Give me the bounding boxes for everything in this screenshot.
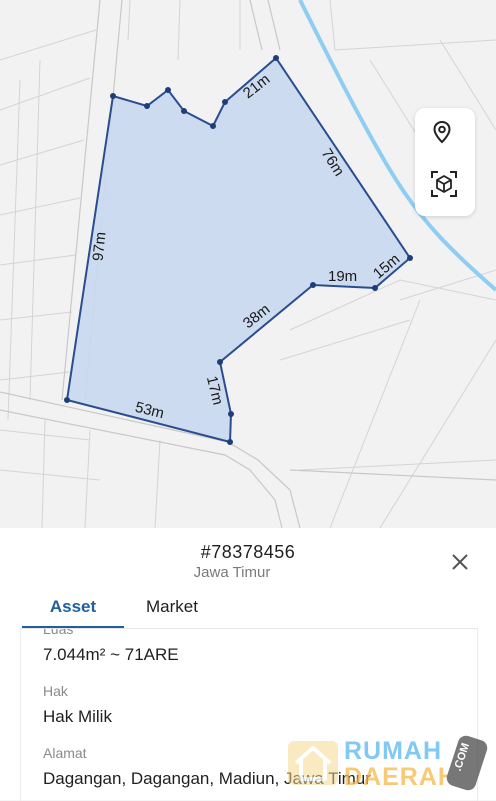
map-controls	[415, 108, 475, 216]
parcel-region: Jawa Timur	[193, 564, 271, 581]
tab-market[interactable]: Market	[146, 596, 198, 626]
watermark-word-1: RUMAH	[344, 737, 443, 765]
watermark-badge: .COM	[444, 733, 490, 793]
house-icon	[288, 741, 338, 785]
close-icon	[452, 554, 468, 570]
tab-asset[interactable]: Asset	[22, 596, 124, 629]
ar-view-button[interactable]	[430, 170, 460, 200]
parcel-id: #78378456	[200, 542, 296, 562]
location-pin-icon	[433, 120, 451, 144]
watermark-word-2: DAERAH	[344, 763, 457, 791]
segment-label-19m: 19m	[328, 268, 358, 285]
luas-value: 7.044m² ~ 71ARE	[43, 645, 179, 664]
ar-cube-icon	[431, 171, 457, 197]
map-view[interactable]: 21m 76m 15m 19m 38m 17m 53m 97m	[0, 0, 496, 528]
segment-label-97m: 97m	[89, 231, 110, 262]
hak-label: Hak	[43, 683, 68, 699]
map-canvas	[0, 0, 496, 528]
luas-label: Luas	[43, 628, 74, 637]
hak-value: Hak Milik	[43, 707, 112, 726]
location-button[interactable]	[430, 120, 460, 150]
watermark-logo: RUMAH DAERAH .COM	[286, 733, 492, 793]
close-button[interactable]	[448, 550, 472, 574]
alamat-label: Alamat	[43, 745, 87, 761]
tab-bar: Asset Market	[0, 596, 496, 629]
